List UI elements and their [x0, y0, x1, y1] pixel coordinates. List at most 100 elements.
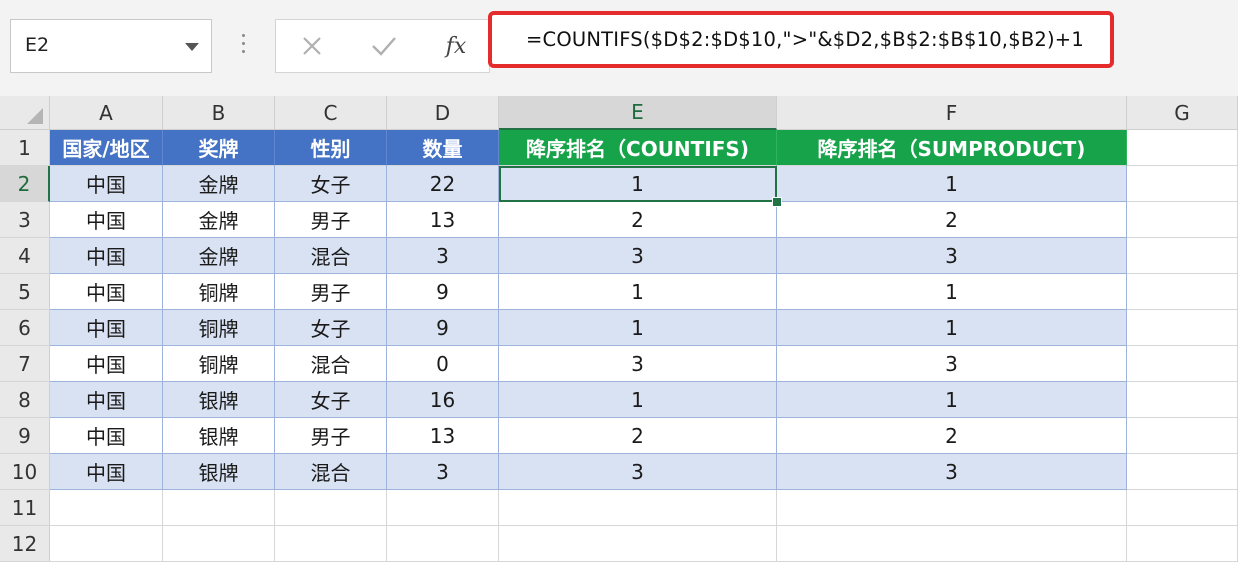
- cell-d10[interactable]: 3: [387, 454, 499, 490]
- cell-c6[interactable]: 女子: [275, 310, 387, 346]
- column-header-a[interactable]: A: [50, 96, 163, 130]
- cell-g4[interactable]: [1127, 238, 1238, 274]
- cell-g3[interactable]: [1127, 202, 1238, 238]
- cell-a7[interactable]: 中国: [50, 346, 163, 382]
- cell-f10[interactable]: 3: [777, 454, 1127, 490]
- row-header-3[interactable]: 3: [0, 202, 50, 238]
- cell-g9[interactable]: [1127, 418, 1238, 454]
- cell-c12[interactable]: [275, 526, 387, 562]
- formula-input[interactable]: =COUNTIFS($D$2:$D$10,">"&$D2,$B$2:$B$10,…: [488, 11, 1114, 68]
- cell-e8[interactable]: 1: [499, 382, 777, 418]
- cell-d11[interactable]: [387, 490, 499, 526]
- cell-a4[interactable]: 中国: [50, 238, 163, 274]
- row-header-8[interactable]: 8: [0, 382, 50, 418]
- cell-f4[interactable]: 3: [777, 238, 1127, 274]
- cell-d8[interactable]: 16: [387, 382, 499, 418]
- cell-b4[interactable]: 金牌: [163, 238, 275, 274]
- column-header-b[interactable]: B: [163, 96, 275, 130]
- cell-g2[interactable]: [1127, 166, 1238, 202]
- row-header-6[interactable]: 6: [0, 310, 50, 346]
- cell-b2[interactable]: 金牌: [163, 166, 275, 202]
- cell-f1[interactable]: 降序排名（SUMPRODUCT): [777, 130, 1127, 166]
- column-header-f[interactable]: F: [777, 96, 1127, 130]
- cell-c3[interactable]: 男子: [275, 202, 387, 238]
- cell-e2[interactable]: 1: [499, 166, 777, 202]
- cell-b6[interactable]: 铜牌: [163, 310, 275, 346]
- row-header-2[interactable]: 2: [0, 166, 50, 202]
- row-header-11[interactable]: 11: [0, 490, 50, 526]
- cell-d2[interactable]: 22: [387, 166, 499, 202]
- cell-a3[interactable]: 中国: [50, 202, 163, 238]
- cell-c2[interactable]: 女子: [275, 166, 387, 202]
- cell-f9[interactable]: 2: [777, 418, 1127, 454]
- cell-a2[interactable]: 中国: [50, 166, 163, 202]
- cell-f5[interactable]: 1: [777, 274, 1127, 310]
- row-header-12[interactable]: 12: [0, 526, 50, 562]
- column-header-g[interactable]: G: [1127, 96, 1238, 130]
- cell-e10[interactable]: 3: [499, 454, 777, 490]
- more-options-icon[interactable]: [238, 34, 248, 60]
- cell-b12[interactable]: [163, 526, 275, 562]
- cell-c10[interactable]: 混合: [275, 454, 387, 490]
- column-header-d[interactable]: D: [387, 96, 499, 130]
- checkmark-icon[interactable]: [362, 28, 406, 64]
- name-box[interactable]: E2: [10, 19, 212, 73]
- cell-c5[interactable]: 男子: [275, 274, 387, 310]
- cell-e1[interactable]: 降序排名（COUNTIFS): [499, 130, 777, 166]
- cell-g6[interactable]: [1127, 310, 1238, 346]
- cell-a9[interactable]: 中国: [50, 418, 163, 454]
- cell-f11[interactable]: [777, 490, 1127, 526]
- cell-g5[interactable]: [1127, 274, 1238, 310]
- row-header-4[interactable]: 4: [0, 238, 50, 274]
- cell-e6[interactable]: 1: [499, 310, 777, 346]
- cell-c7[interactable]: 混合: [275, 346, 387, 382]
- cell-b7[interactable]: 铜牌: [163, 346, 275, 382]
- cell-g10[interactable]: [1127, 454, 1238, 490]
- cell-b10[interactable]: 银牌: [163, 454, 275, 490]
- chevron-down-icon[interactable]: [185, 43, 199, 51]
- cell-d12[interactable]: [387, 526, 499, 562]
- fx-icon[interactable]: fx: [434, 28, 478, 64]
- cell-a10[interactable]: 中国: [50, 454, 163, 490]
- cell-c11[interactable]: [275, 490, 387, 526]
- cell-g11[interactable]: [1127, 490, 1238, 526]
- cell-e3[interactable]: 2: [499, 202, 777, 238]
- cell-b9[interactable]: 银牌: [163, 418, 275, 454]
- cell-e7[interactable]: 3: [499, 346, 777, 382]
- row-header-7[interactable]: 7: [0, 346, 50, 382]
- cell-g7[interactable]: [1127, 346, 1238, 382]
- cell-b8[interactable]: 银牌: [163, 382, 275, 418]
- cell-d1[interactable]: 数量: [387, 130, 499, 166]
- row-header-9[interactable]: 9: [0, 418, 50, 454]
- fill-handle[interactable]: [772, 197, 782, 207]
- cell-a11[interactable]: [50, 490, 163, 526]
- cell-f2[interactable]: 1: [777, 166, 1127, 202]
- cell-d6[interactable]: 9: [387, 310, 499, 346]
- cell-b3[interactable]: 金牌: [163, 202, 275, 238]
- cell-d9[interactable]: 13: [387, 418, 499, 454]
- cell-a6[interactable]: 中国: [50, 310, 163, 346]
- cell-f7[interactable]: 3: [777, 346, 1127, 382]
- cell-f6[interactable]: 1: [777, 310, 1127, 346]
- cell-g12[interactable]: [1127, 526, 1238, 562]
- cell-b1[interactable]: 奖牌: [163, 130, 275, 166]
- cell-g1[interactable]: [1127, 130, 1238, 166]
- cell-a5[interactable]: 中国: [50, 274, 163, 310]
- cell-e12[interactable]: [499, 526, 777, 562]
- column-header-c[interactable]: C: [275, 96, 387, 130]
- cell-g8[interactable]: [1127, 382, 1238, 418]
- cell-e9[interactable]: 2: [499, 418, 777, 454]
- cell-d4[interactable]: 3: [387, 238, 499, 274]
- cell-c4[interactable]: 混合: [275, 238, 387, 274]
- cell-e5[interactable]: 1: [499, 274, 777, 310]
- cell-a12[interactable]: [50, 526, 163, 562]
- row-header-5[interactable]: 5: [0, 274, 50, 310]
- select-all-corner[interactable]: [0, 96, 50, 130]
- close-icon[interactable]: [290, 28, 334, 64]
- row-header-10[interactable]: 10: [0, 454, 50, 490]
- cell-d5[interactable]: 9: [387, 274, 499, 310]
- cell-c8[interactable]: 女子: [275, 382, 387, 418]
- cell-b11[interactable]: [163, 490, 275, 526]
- cell-f3[interactable]: 2: [777, 202, 1127, 238]
- cell-e4[interactable]: 3: [499, 238, 777, 274]
